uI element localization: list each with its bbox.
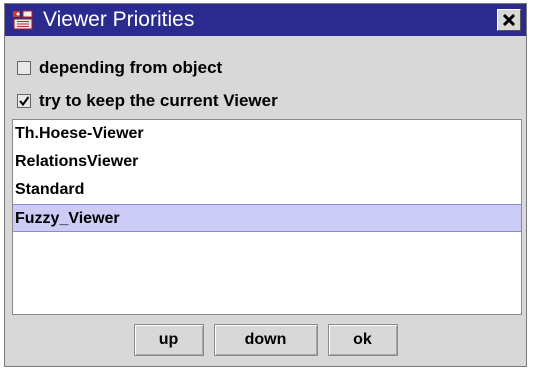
depending-checkbox[interactable] [17, 61, 31, 75]
depending-label: depending from object [39, 58, 223, 77]
close-icon [502, 13, 516, 27]
list-item-th-hoese-viewer[interactable]: Th.Hoese-Viewer [13, 120, 521, 148]
up-button[interactable]: up [133, 324, 204, 356]
viewer-priorities-dialog: Viewer Priorities depending from object … [4, 3, 527, 367]
viewer-list[interactable]: Th.Hoese-Viewer RelationsViewer Standard… [12, 119, 522, 315]
checkmark-icon [19, 96, 30, 107]
title-bar[interactable]: Viewer Priorities [5, 4, 526, 36]
down-button[interactable]: down [213, 324, 318, 356]
button-bar: up down ok [5, 324, 526, 356]
list-item-relations-viewer[interactable]: RelationsViewer [13, 148, 521, 176]
close-button[interactable] [497, 9, 521, 31]
keep-viewer-label: try to keep the current Viewer [39, 91, 278, 110]
depending-option[interactable]: depending from object [17, 58, 222, 78]
list-item-standard[interactable]: Standard [13, 176, 521, 204]
app-icon [11, 9, 35, 31]
list-item-fuzzy-viewer[interactable]: Fuzzy_Viewer [13, 204, 521, 232]
window-title: Viewer Priorities [43, 8, 195, 31]
ok-button[interactable]: ok [327, 324, 398, 356]
keep-viewer-option[interactable]: try to keep the current Viewer [17, 91, 278, 111]
keep-viewer-checkbox[interactable] [17, 94, 31, 108]
